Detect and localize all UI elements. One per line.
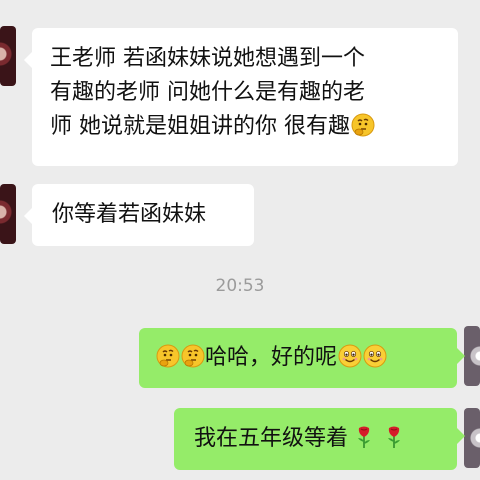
message-bubble-incoming[interactable]: 王老师 若函妹妹说她想遇到一个 有趣的老师 问她什么是有趣的老 师 她说就是姐姐… [24,28,458,166]
smiling-face-icon [338,344,362,368]
rose-icon [352,425,376,449]
rose-icon [382,425,406,449]
message-text: 你等着若函妹妹 [52,202,207,227]
message-text: 哈哈，好的呢 [205,345,338,370]
message-bubble-outgoing[interactable]: 哈哈，好的呢 [139,328,465,388]
self-avatar[interactable] [464,326,480,386]
message-text-line: 师 她说就是姐姐讲的你 很有趣 [50,110,440,144]
contact-avatar[interactable] [0,184,16,244]
message-bubble-outgoing[interactable]: 我在五年级等着 [174,408,465,470]
contact-avatar[interactable] [0,26,16,86]
timestamp: 20:53 [215,276,265,296]
smiling-face-icon [363,344,387,368]
thinking-face-icon [181,344,205,368]
thinking-face-icon [156,344,180,368]
message-bubble-incoming[interactable]: 你等着若函妹妹 [24,184,254,246]
message-text: 我在五年级等着 [194,426,349,451]
thinking-face-icon [351,113,375,137]
message-text-line: 有趣的老师 问她什么是有趣的老 [50,80,365,105]
message-text-line: 王老师 若函妹妹说她想遇到一个 [50,46,365,71]
self-avatar[interactable] [464,408,480,468]
